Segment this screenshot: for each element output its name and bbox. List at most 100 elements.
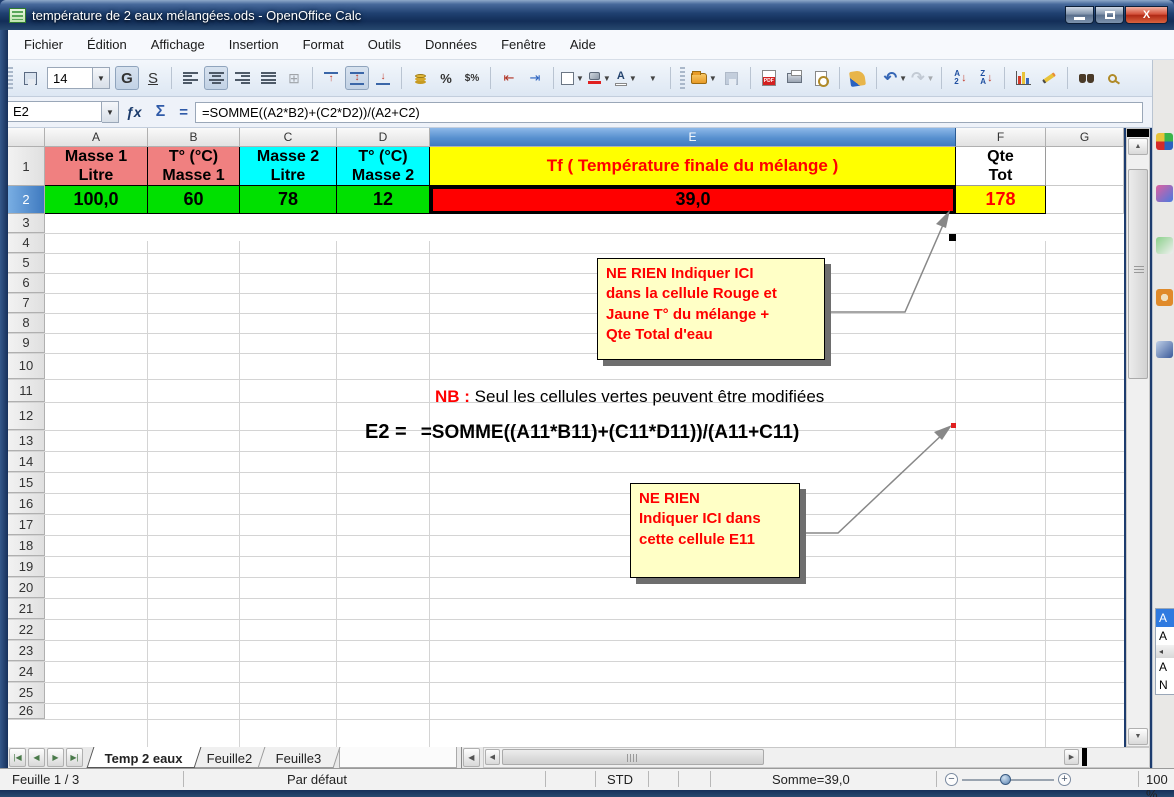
cell-C2[interactable]: 78	[240, 186, 337, 214]
row-header-22[interactable]: 22	[8, 619, 45, 640]
grid-row-6[interactable]: 6	[8, 273, 1124, 294]
partial-list-item[interactable]: N	[1156, 676, 1174, 694]
vertical-split-handle[interactable]	[1127, 129, 1149, 137]
align-top-button[interactable]: ↑	[319, 66, 343, 90]
background-color-button[interactable]: ▼	[587, 66, 612, 90]
partial-list-item[interactable]: A	[1156, 658, 1174, 676]
partial-list-item[interactable]: A	[1156, 609, 1174, 627]
cell-D2[interactable]: 12	[337, 186, 430, 214]
minimize-button[interactable]	[1065, 6, 1094, 24]
row-header-3[interactable]: 3	[8, 213, 45, 233]
borders-button[interactable]: ▼	[560, 66, 585, 90]
print-preview-button[interactable]	[809, 66, 833, 90]
grid-row-9[interactable]: 9	[8, 333, 1124, 354]
align-left-button[interactable]	[178, 66, 202, 90]
column-header-A[interactable]: A	[45, 128, 148, 147]
row-header-18[interactable]: 18	[8, 535, 45, 556]
grid-row-3[interactable]: 3	[8, 213, 1124, 234]
row-header-26[interactable]: 26	[8, 703, 45, 719]
sum-icon[interactable]: Σ	[156, 103, 166, 121]
font-size-input[interactable]	[47, 67, 93, 89]
first-sheet-icon[interactable]: |◀	[9, 748, 26, 767]
cell-G2[interactable]	[1046, 186, 1124, 214]
justify-button[interactable]	[256, 66, 280, 90]
grid-row-4[interactable]: 4	[8, 233, 1124, 254]
scroll-up-icon[interactable]: ▲	[1128, 138, 1148, 155]
scroll-down-icon[interactable]: ▼	[1128, 728, 1148, 745]
menu-fenêtre[interactable]: Fenêtre	[491, 33, 556, 56]
grid-row-25[interactable]: 25	[8, 682, 1124, 704]
row-header-19[interactable]: 19	[8, 556, 45, 577]
row-header-15[interactable]: 15	[8, 472, 45, 493]
selection-mode-field[interactable]: STD	[607, 772, 633, 787]
row-header-4[interactable]: 4	[8, 233, 45, 253]
sheet-tab-temp-2-eaux[interactable]: Temp 2 eaux	[86, 747, 202, 768]
align-bottom-button[interactable]: ↓	[371, 66, 395, 90]
export-pdf-button[interactable]: PDF	[757, 66, 781, 90]
equals-icon[interactable]: =	[179, 104, 188, 121]
row-header-10[interactable]: 10	[8, 353, 45, 379]
grid-row-22[interactable]: 22	[8, 619, 1124, 641]
decrease-indent-button[interactable]: ⇤	[497, 66, 521, 90]
sort-descending-button[interactable]: ZA ↓	[974, 66, 998, 90]
horizontal-scroll-thumb[interactable]	[501, 749, 764, 765]
row-header-9[interactable]: 9	[8, 333, 45, 353]
zoom-out-icon[interactable]: −	[945, 773, 958, 786]
horizontal-split-handle[interactable]	[1082, 748, 1087, 766]
styles-button[interactable]	[18, 66, 42, 90]
row-header-13[interactable]: 13	[8, 430, 45, 451]
row-header-5[interactable]: 5	[8, 253, 45, 273]
row-header-24[interactable]: 24	[8, 661, 45, 682]
open-button[interactable]: ▼	[690, 66, 718, 90]
insert-chart-button[interactable]	[1011, 66, 1035, 90]
grid-row-8[interactable]: 8	[8, 313, 1124, 334]
row-header-14[interactable]: 14	[8, 451, 45, 472]
cell-F1[interactable]: Qte Tot	[956, 147, 1046, 187]
row-header-23[interactable]: 23	[8, 640, 45, 661]
increase-indent-button[interactable]: ⇥	[523, 66, 547, 90]
save-button[interactable]	[720, 66, 744, 90]
cell-F2[interactable]: 178	[956, 186, 1046, 214]
column-header-C[interactable]: C	[240, 128, 337, 147]
grid-row-16[interactable]: 16	[8, 493, 1124, 515]
sort-ascending-button[interactable]: A2 ↓	[948, 66, 972, 90]
next-sheet-icon[interactable]: ▶	[47, 748, 64, 767]
align-right-button[interactable]	[230, 66, 254, 90]
grid-row-18[interactable]: 18	[8, 535, 1124, 557]
menu-outils[interactable]: Outils	[358, 33, 411, 56]
page-style-field[interactable]: Par défaut	[287, 772, 347, 787]
maximize-button[interactable]	[1095, 6, 1124, 24]
column-header-F[interactable]: F	[956, 128, 1046, 147]
partial-list-item[interactable]: ◂	[1156, 645, 1174, 658]
hscroll-left-icon[interactable]: ◀	[484, 749, 500, 765]
zoom-slider-thumb[interactable]	[1000, 774, 1011, 785]
grid-row-10[interactable]: 10	[8, 353, 1124, 380]
vertical-scrollbar[interactable]: ▲ ▼	[1126, 128, 1150, 747]
cell-G1[interactable]	[1046, 147, 1124, 187]
menu-édition[interactable]: Édition	[77, 33, 137, 56]
currency-format-button[interactable]	[408, 66, 432, 90]
menu-format[interactable]: Format	[293, 33, 354, 56]
previous-sheet-icon[interactable]: ◀	[28, 748, 45, 767]
messenger-app-icon[interactable]	[1156, 185, 1173, 202]
grid-row-7[interactable]: 7	[8, 293, 1124, 314]
font-color-button[interactable]: A ▼	[614, 66, 638, 90]
grid-row-20[interactable]: 20	[8, 577, 1124, 599]
name-box-dropdown-icon[interactable]: ▼	[102, 101, 119, 123]
toolbar-grip[interactable]	[679, 67, 685, 89]
grid-row-24[interactable]: 24	[8, 661, 1124, 683]
row-header-8[interactable]: 8	[8, 313, 45, 333]
merge-cells-button[interactable]: ⊞	[282, 66, 306, 90]
row-header-12[interactable]: 12	[8, 402, 45, 430]
zoom-button[interactable]	[1100, 66, 1124, 90]
align-center-button[interactable]	[204, 66, 228, 90]
grid-row-17[interactable]: 17	[8, 514, 1124, 536]
grid-row-21[interactable]: 21	[8, 598, 1124, 620]
menu-aide[interactable]: Aide	[560, 33, 606, 56]
row-header-16[interactable]: 16	[8, 493, 45, 514]
scroll-left-icon[interactable]: ◀	[462, 748, 480, 767]
grid-row-19[interactable]: 19	[8, 556, 1124, 578]
show-draw-functions-button[interactable]	[1037, 66, 1061, 90]
format-paintbrush-button[interactable]	[846, 66, 870, 90]
row-header-20[interactable]: 20	[8, 577, 45, 598]
